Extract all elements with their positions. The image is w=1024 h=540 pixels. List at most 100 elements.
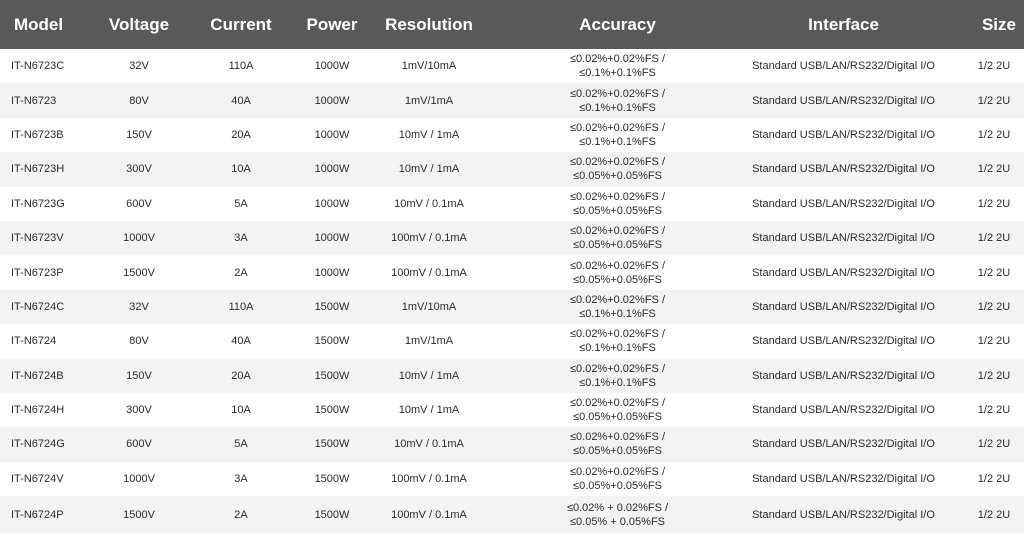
cell-power: 1500W xyxy=(314,438,350,451)
table-body: IT-N6723C 32V 110A 1000W 1mV/10mA ≤0.02%+0.02… xyxy=(0,49,1024,534)
cell-accuracy: ≤0.02%+0.02%FS / ≤0.05%+0.05%FS xyxy=(569,259,665,286)
table-row: IT-N6723C 32V 110A 1000W 1mV/10mA ≤0.02%+0.02… xyxy=(0,49,1024,84)
cell-size: 1/2 2U xyxy=(977,369,1011,382)
cell-current: 5A xyxy=(234,438,248,451)
cell-interface: Standard USB/LAN/RS232/Digital I/O xyxy=(752,472,935,485)
cell-voltage: 80V xyxy=(129,94,149,107)
table-row: IT-N6723G 600V 5A 1000W 10mV / 0.1mA ≤0.02%+0… xyxy=(0,186,1024,221)
cell-size: 1/2 2U xyxy=(977,94,1011,107)
cell-current: 40A xyxy=(231,335,251,348)
cell-model: IT-N6723H xyxy=(11,163,65,176)
table-row: IT-N6723H 300V 10A 1000W 10mV / 1mA ≤0.02%+0.… xyxy=(0,152,1024,187)
cell-current: 5A xyxy=(234,197,248,210)
cell-model: IT-N6723C xyxy=(11,60,65,73)
cell-current: 3A xyxy=(234,472,248,485)
cell-power: 1500W xyxy=(314,472,350,485)
table-header: Model Voltage Current Power Resolution A… xyxy=(0,0,1024,49)
cell-size: 1/2 2U xyxy=(977,472,1011,485)
cell-size: 1/2 2U xyxy=(977,335,1011,348)
cell-model: IT-N6723B xyxy=(11,128,64,141)
cell-model: IT-N6723P xyxy=(11,266,64,279)
table-row: IT-N6723V 1000V 3A 1000W 100mV / 0.1mA ≤0.02%… xyxy=(0,220,1024,256)
cell-interface: Standard USB/LAN/RS232/Digital I/O xyxy=(752,163,935,176)
cell-voltage: 150V xyxy=(126,369,152,382)
header-current: Current xyxy=(210,14,272,34)
cell-accuracy: ≤0.02%+0.02%FS / ≤0.05%+0.05%FS xyxy=(569,431,665,458)
table-row: IT-N6724H 300V 10A 1500W 10mV / 1mA ≤0.02%+0.… xyxy=(0,392,1024,428)
header-size: Size xyxy=(981,14,1016,34)
cell-current: 110A xyxy=(228,300,254,313)
cell-current: 40A xyxy=(231,94,251,107)
cell-voltage: 600V xyxy=(126,438,152,451)
cell-model: IT-N6724H xyxy=(11,404,65,417)
cell-resolution: 100mV / 0.1mA xyxy=(391,232,467,245)
cell-interface: Standard USB/LAN/RS232/Digital I/O xyxy=(752,369,935,382)
header-power: Power xyxy=(306,14,358,34)
cell-resolution: 10mV / 1mA xyxy=(398,369,460,382)
cell-current: 20A xyxy=(231,128,251,141)
cell-power: 1500W xyxy=(314,369,350,382)
cell-power: 1000W xyxy=(314,128,350,141)
cell-accuracy: ≤0.02%+0.02%FS / ≤0.1%+0.1%FS xyxy=(569,293,665,320)
cell-current: 3A xyxy=(234,232,248,245)
header-accuracy: Accuracy xyxy=(579,14,656,34)
cell-power: 1000W xyxy=(314,60,350,73)
cell-accuracy: ≤0.02% + 0.02%FS / ≤0.05% + 0.05%FS xyxy=(566,501,669,528)
spec-table: Model Voltage Current Power Resolution A… xyxy=(0,0,1024,534)
cell-voltage: 1500V xyxy=(123,508,155,521)
cell-resolution: 10mV / 0.1mA xyxy=(394,197,464,210)
cell-model: IT-N6724P xyxy=(11,508,64,521)
cell-accuracy: ≤0.02%+0.02%FS / ≤0.1%+0.1%FS xyxy=(569,328,665,355)
cell-current: 10A xyxy=(231,163,251,176)
cell-voltage: 80V xyxy=(129,335,149,348)
cell-accuracy: ≤0.02%+0.02%FS / ≤0.05%+0.05%FS xyxy=(569,225,665,252)
cell-current: 2A xyxy=(234,266,248,279)
cell-accuracy: ≤0.02%+0.02%FS / ≤0.1%+0.1%FS xyxy=(569,362,665,389)
cell-size: 1/2 2U xyxy=(977,197,1011,210)
table-row: IT-N6723 80V 40A 1000W 1mV/1mA ≤0.02%+0.02%FS… xyxy=(0,83,1024,118)
cell-resolution: 10mV / 1mA xyxy=(398,404,460,417)
cell-size: 1/2 2U xyxy=(977,128,1011,141)
table-row: IT-N6724B 150V 20A 1500W 10mV / 1mA ≤0.02%+0.… xyxy=(0,358,1024,393)
header-resolution: Resolution xyxy=(385,14,473,34)
cell-accuracy: ≤0.02%+0.02%FS / ≤0.05%+0.05%FS xyxy=(569,465,665,492)
header-interface: Interface xyxy=(808,14,879,34)
cell-size: 1/2 2U xyxy=(977,232,1011,245)
cell-resolution: 1mV/1mA xyxy=(404,335,454,348)
cell-accuracy: ≤0.02%+0.02%FS / ≤0.1%+0.1%FS xyxy=(569,121,665,148)
cell-model: IT-N6723G xyxy=(11,197,65,210)
cell-voltage: 1000V xyxy=(123,472,155,485)
cell-interface: Standard USB/LAN/RS232/Digital I/O xyxy=(752,232,935,245)
cell-model: IT-N6724 xyxy=(11,335,57,348)
cell-size: 1/2 2U xyxy=(977,300,1011,313)
cell-interface: Standard USB/LAN/RS232/Digital I/O xyxy=(752,335,935,348)
cell-model: IT-N6724G xyxy=(11,438,65,451)
cell-interface: Standard USB/LAN/RS232/Digital I/O xyxy=(752,197,935,210)
cell-current: 110A xyxy=(228,60,254,73)
cell-model: IT-N6724C xyxy=(11,300,65,313)
cell-interface: Standard USB/LAN/RS232/Digital I/O xyxy=(752,508,935,521)
cell-power: 1500W xyxy=(314,508,350,521)
table-row: IT-N6724G 600V 5A 1500W 10mV / 0.1mA ≤0.02%+0… xyxy=(0,427,1024,462)
cell-resolution: 100mV / 0.1mA xyxy=(391,472,467,485)
cell-interface: Standard USB/LAN/RS232/Digital I/O xyxy=(752,404,935,417)
cell-current: 20A xyxy=(231,369,251,382)
table-row: IT-N6724C 32V 110A 1500W 1mV/10mA ≤0.02%+0.02… xyxy=(0,289,1024,325)
cell-size: 1/2 2U xyxy=(977,508,1011,521)
cell-accuracy: ≤0.02%+0.02%FS / ≤0.05%+0.05%FS xyxy=(569,156,665,183)
cell-interface: Standard USB/LAN/RS232/Digital I/O xyxy=(752,266,935,279)
cell-model: IT-N6724V xyxy=(11,472,64,485)
cell-accuracy: ≤0.02%+0.02%FS / ≤0.1%+0.1%FS xyxy=(569,53,665,80)
cell-accuracy: ≤0.02%+0.02%FS / ≤0.05%+0.05%FS xyxy=(569,397,665,424)
cell-resolution: 1mV/10mA xyxy=(401,60,457,73)
cell-voltage: 150V xyxy=(126,128,152,141)
cell-power: 1500W xyxy=(314,404,350,417)
cell-power: 1500W xyxy=(314,335,350,348)
cell-model: IT-N6723V xyxy=(11,232,64,245)
table-row: IT-N6723P 1500V 2A 1000W 100mV / 0.1mA ≤0.02%… xyxy=(0,255,1024,290)
cell-voltage: 1000V xyxy=(123,232,155,245)
cell-size: 1/2 2U xyxy=(977,438,1011,451)
cell-power: 1000W xyxy=(314,197,350,210)
table-row: IT-N6723B 150V 20A 1000W 10mV / 1mA ≤0.02%+0.… xyxy=(0,117,1024,153)
cell-voltage: 1500V xyxy=(123,266,155,279)
